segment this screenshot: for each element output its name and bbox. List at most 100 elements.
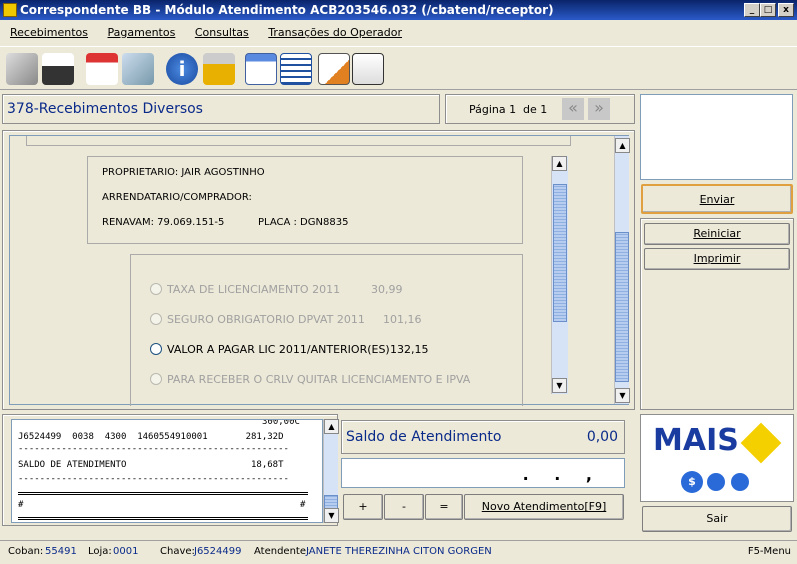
novo-atendimento-button[interactable]: Novo Atendimento[F9]	[464, 494, 624, 520]
printer-icon[interactable]	[42, 53, 74, 85]
option-radio-3[interactable]	[150, 373, 162, 385]
receipt-double-line-2	[18, 517, 308, 520]
atendente-label: Atendente:	[254, 546, 310, 557]
menu-recebimentos[interactable]: Recebimentos	[10, 21, 88, 45]
receipt-scroll-up-icon[interactable]: ▲	[324, 419, 339, 434]
chave-value: J6524499	[194, 546, 242, 557]
reiniciar-button[interactable]: Reiniciar	[644, 223, 790, 245]
receipt-scrollbar[interactable]: ▲ ▼	[323, 419, 339, 523]
tools-icon[interactable]	[6, 53, 38, 85]
maximize-button[interactable]: □	[760, 3, 776, 17]
checklist-icon[interactable]	[352, 53, 384, 85]
saldo-value: 0,00	[586, 429, 618, 445]
list-icon[interactable]	[280, 53, 312, 85]
sair-button[interactable]: Sair	[642, 506, 792, 532]
side-actions-panel: Reiniciar Imprimir	[640, 218, 794, 410]
option-radio-0[interactable]	[150, 283, 162, 295]
prev-page-button[interactable]: «	[562, 98, 584, 120]
bb-logo-icon	[740, 422, 782, 464]
receipt-scroll-thumb[interactable]	[324, 495, 338, 509]
outer-scroll-up-icon[interactable]: ▲	[615, 138, 630, 153]
close-button[interactable]: x	[778, 3, 794, 17]
info-icon[interactable]: i	[166, 53, 198, 85]
title-bar: Correspondente BB - Módulo Atendimento A…	[0, 0, 797, 20]
option-value-2: 132,15	[390, 343, 429, 356]
option-label-2: VALOR A PAGAR LIC 2011/ANTERIOR(ES)	[167, 343, 390, 356]
lock-icon[interactable]	[203, 53, 235, 85]
outer-scroll-thumb[interactable]	[615, 232, 629, 382]
amount-display[interactable]: . . ,	[341, 458, 625, 488]
document-panel: PROPRIETARIO: JAIR AGOSTINHO ARRENDATARI…	[2, 130, 635, 410]
mail-icon	[707, 473, 725, 491]
document-icon	[731, 473, 749, 491]
receipt-line2: SALDO DE ATENDIMENTO 18,68T	[18, 460, 284, 470]
toolbar: i	[0, 46, 797, 90]
renavam: RENAVAM: 79.069.151-5	[102, 217, 225, 228]
plus-button[interactable]: +	[343, 494, 383, 520]
option-label-3: PARA RECEBER O CRLV QUITAR LICENCIAMENTO…	[167, 373, 471, 386]
next-page-button[interactable]: »	[588, 98, 610, 120]
coban-value: 55491	[45, 546, 77, 557]
scroll-down-icon[interactable]: ▼	[552, 378, 567, 393]
document-view: PROPRIETARIO: JAIR AGOSTINHO ARRENDATARI…	[9, 135, 630, 406]
receipt-view: 300,00C J6524499 0038 4300 1460554910001…	[11, 419, 323, 523]
receipt-sep1: ----------------------------------------…	[18, 444, 289, 454]
app-icon	[3, 3, 17, 17]
header-title-panel: 378-Recebimentos Diversos	[2, 94, 440, 124]
atendente-value: JANETE THEREZINHA CITON GORGEN	[306, 546, 492, 557]
inner-scroll-thumb[interactable]	[553, 184, 567, 322]
mais-logo: MAIS	[653, 423, 739, 458]
calculator-icon[interactable]	[122, 53, 154, 85]
minimize-button[interactable]: _	[744, 3, 760, 17]
dollar-icon: $	[681, 471, 703, 493]
inner-scrollbar[interactable]: ▲ ▼	[551, 156, 568, 394]
receipt-double-line	[18, 492, 308, 495]
option-radio-2[interactable]	[150, 343, 162, 355]
minus-button[interactable]: -	[384, 494, 424, 520]
f5-menu-hint: F5-Menu	[747, 546, 791, 557]
receipt-sep2: ----------------------------------------…	[18, 474, 289, 484]
status-bar: Coban: 55491 Loja: 0001 Chave: J6524499 …	[0, 540, 797, 564]
receipt-panel: 300,00C J6524499 0038 4300 1460554910001…	[2, 414, 339, 526]
options-box: TAXA DE LICENCIAMENTO 2011 30,99 SEGURO …	[130, 254, 523, 406]
menu-consultas[interactable]: Consultas	[195, 21, 249, 45]
window-title: Correspondente BB - Módulo Atendimento A…	[20, 3, 554, 17]
placa: PLACA : DGN8835	[258, 217, 349, 228]
bb-logo-panel: MAIS $	[640, 414, 794, 502]
saldo-label: Saldo de Atendimento	[346, 429, 502, 445]
outer-scrollbar[interactable]: ▲ ▼	[614, 136, 630, 404]
menu-transacoes[interactable]: Transações do Operador	[268, 21, 402, 45]
option-label-1: SEGURO OBRIGATORIO DPVAT 2011	[167, 313, 365, 326]
vehicle-info-box: PROPRIETARIO: JAIR AGOSTINHO ARRENDATARI…	[87, 156, 523, 244]
loja-value: 0001	[113, 546, 139, 557]
receipt-scroll-down-icon[interactable]: ▼	[324, 508, 339, 523]
option-label-0: TAXA DE LICENCIAMENTO 2011	[167, 283, 341, 296]
arrendatario: ARRENDATARIO/COMPRADOR:	[102, 192, 252, 203]
page-label: Página 1	[469, 103, 517, 116]
calendar-icon[interactable]	[86, 53, 118, 85]
saldo-panel: Saldo de Atendimento 0,00	[341, 420, 625, 454]
enviar-button[interactable]: Enviar	[641, 184, 793, 214]
receipt-line0: 300,00C	[262, 419, 300, 427]
page-of: de 1	[523, 103, 548, 116]
receipt-hash-left: #	[18, 500, 24, 510]
proprietario: PROPRIETARIO: JAIR AGOSTINHO	[102, 167, 265, 178]
side-info-box	[640, 94, 793, 180]
pagination-panel: Página 1 de 1 « »	[445, 94, 635, 124]
outer-scroll-down-icon[interactable]: ▼	[615, 388, 630, 403]
chave-label: Chave:	[160, 546, 195, 557]
option-value-0: 30,99	[371, 283, 403, 296]
page-title: 378-Recebimentos Diversos	[7, 101, 203, 117]
menu-pagamentos[interactable]: Pagamentos	[108, 21, 176, 45]
transfer-icon[interactable]	[245, 53, 277, 85]
page-top-strip	[26, 136, 571, 146]
option-radio-1[interactable]	[150, 313, 162, 325]
amount-display-text: . . ,	[522, 465, 602, 484]
equals-button[interactable]: =	[425, 494, 463, 520]
coban-label: Coban:	[8, 546, 44, 557]
imprimir-button[interactable]: Imprimir	[644, 248, 790, 270]
receipt-line1: J6524499 0038 4300 1460554910001 281,32D	[18, 432, 284, 442]
pencil-icon[interactable]	[318, 53, 350, 85]
scroll-up-icon[interactable]: ▲	[552, 156, 567, 171]
receipt-hash-right: #	[300, 500, 306, 510]
